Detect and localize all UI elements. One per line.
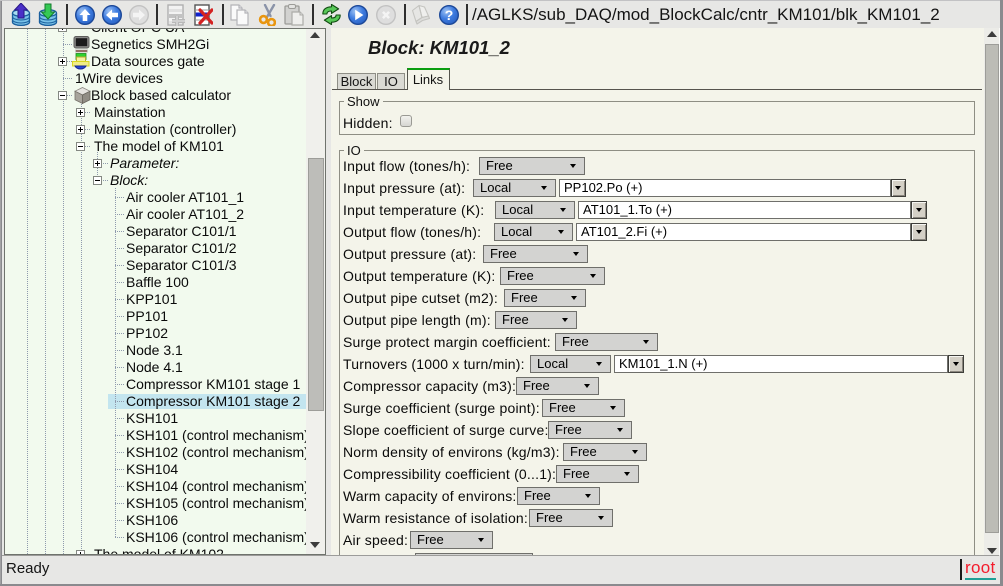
svg-text:?: ? xyxy=(445,7,454,23)
